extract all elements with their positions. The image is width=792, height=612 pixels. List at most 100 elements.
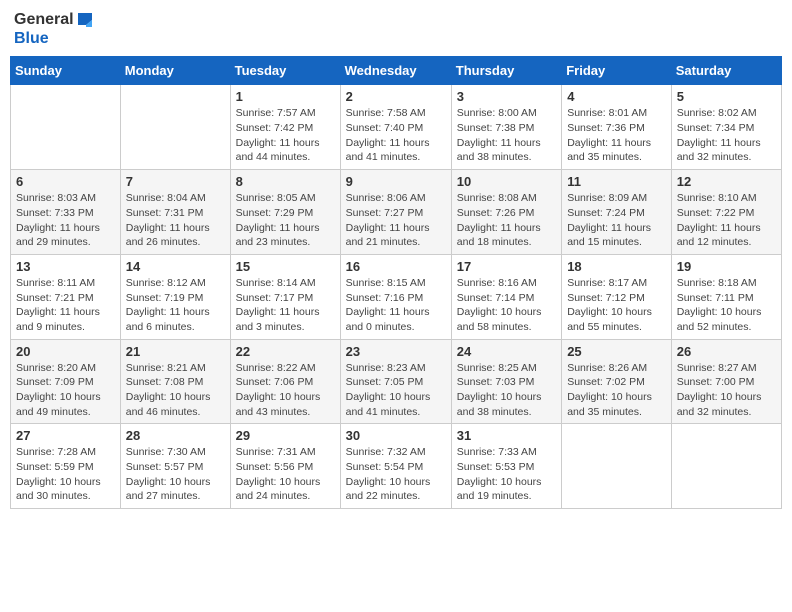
calendar-cell: 23 Sunrise: 8:23 AMSunset: 7:05 PMDayligh… bbox=[340, 339, 451, 424]
day-number: 8 bbox=[236, 174, 335, 189]
calendar-cell: 10Sunrise: 8:08 AMSunset: 7:26 PMDayligh… bbox=[451, 170, 561, 255]
day-info: Sunrise: 7:31 AMSunset: 5:56 PMDaylight:… bbox=[236, 445, 335, 504]
calendar-cell: 19 Sunrise: 8:18 AMSunset: 7:11 PMDayligh… bbox=[671, 254, 781, 339]
calendar-week-row: 1 Sunrise: 7:57 AMSunset: 7:42 PMDaylight… bbox=[11, 85, 782, 170]
calendar-cell: 4Sunrise: 8:01 AMSunset: 7:36 PMDaylight… bbox=[562, 85, 672, 170]
day-number: 16 bbox=[346, 259, 446, 274]
day-info: Sunrise: 7:58 AMSunset: 7:40 PMDaylight:… bbox=[346, 106, 446, 165]
weekday-header: Friday bbox=[562, 57, 672, 85]
day-info: Sunrise: 8:26 AMSunset: 7:02 PMDaylight:… bbox=[567, 361, 666, 420]
day-info: Sunrise: 7:32 AMSunset: 5:54 PMDaylight:… bbox=[346, 445, 446, 504]
day-info: Sunrise: 8:18 AMSunset: 7:11 PMDaylight:… bbox=[677, 276, 776, 335]
day-number: 17 bbox=[457, 259, 556, 274]
calendar-cell: 14 Sunrise: 8:12 AMSunset: 7:19 PMDayligh… bbox=[120, 254, 230, 339]
calendar-cell: 6 Sunrise: 8:03 AMSunset: 7:33 PMDaylight… bbox=[11, 170, 121, 255]
weekday-header: Saturday bbox=[671, 57, 781, 85]
day-number: 6 bbox=[16, 174, 115, 189]
calendar-cell: 20 Sunrise: 8:20 AMSunset: 7:09 PMDayligh… bbox=[11, 339, 121, 424]
calendar-cell: 24 Sunrise: 8:25 AMSunset: 7:03 PMDayligh… bbox=[451, 339, 561, 424]
day-info: Sunrise: 7:57 AMSunset: 7:42 PMDaylight:… bbox=[236, 106, 335, 165]
day-info: Sunrise: 8:08 AMSunset: 7:26 PMDaylight:… bbox=[457, 191, 556, 250]
day-info: Sunrise: 7:33 AMSunset: 5:53 PMDaylight:… bbox=[457, 445, 556, 504]
day-info: Sunrise: 8:12 AMSunset: 7:19 PMDaylight:… bbox=[126, 276, 225, 335]
day-number: 18 bbox=[567, 259, 666, 274]
calendar-week-row: 27 Sunrise: 7:28 AMSunset: 5:59 PMDayligh… bbox=[11, 424, 782, 509]
day-info: Sunrise: 8:04 AMSunset: 7:31 PMDaylight:… bbox=[126, 191, 225, 250]
day-number: 2 bbox=[346, 89, 446, 104]
day-number: 14 bbox=[126, 259, 225, 274]
day-number: 20 bbox=[16, 344, 115, 359]
calendar-cell: 7 Sunrise: 8:04 AMSunset: 7:31 PMDaylight… bbox=[120, 170, 230, 255]
day-info: Sunrise: 8:27 AMSunset: 7:00 PMDaylight:… bbox=[677, 361, 776, 420]
day-number: 22 bbox=[236, 344, 335, 359]
weekday-header: Tuesday bbox=[230, 57, 340, 85]
weekday-header: Sunday bbox=[11, 57, 121, 85]
day-number: 12 bbox=[677, 174, 776, 189]
calendar-cell: 27 Sunrise: 7:28 AMSunset: 5:59 PMDayligh… bbox=[11, 424, 121, 509]
weekday-header: Wednesday bbox=[340, 57, 451, 85]
day-info: Sunrise: 8:10 AMSunset: 7:22 PMDaylight:… bbox=[677, 191, 776, 250]
day-number: 15 bbox=[236, 259, 335, 274]
calendar-cell: 17Sunrise: 8:16 AMSunset: 7:14 PMDayligh… bbox=[451, 254, 561, 339]
weekday-header: Monday bbox=[120, 57, 230, 85]
calendar-cell bbox=[562, 424, 672, 509]
day-number: 28 bbox=[126, 428, 225, 443]
day-number: 13 bbox=[16, 259, 115, 274]
calendar-cell: 3Sunrise: 8:00 AMSunset: 7:38 PMDaylight… bbox=[451, 85, 561, 170]
day-number: 27 bbox=[16, 428, 115, 443]
calendar-cell: 30 Sunrise: 7:32 AMSunset: 5:54 PMDayligh… bbox=[340, 424, 451, 509]
calendar-cell: 13 Sunrise: 8:11 AMSunset: 7:21 PMDayligh… bbox=[11, 254, 121, 339]
day-info: Sunrise: 7:28 AMSunset: 5:59 PMDaylight:… bbox=[16, 445, 115, 504]
day-info: Sunrise: 8:23 AMSunset: 7:05 PMDaylight:… bbox=[346, 361, 446, 420]
day-number: 9 bbox=[346, 174, 446, 189]
weekday-header: Thursday bbox=[451, 57, 561, 85]
day-info: Sunrise: 7:30 AMSunset: 5:57 PMDaylight:… bbox=[126, 445, 225, 504]
day-number: 30 bbox=[346, 428, 446, 443]
calendar-cell: 15 Sunrise: 8:14 AMSunset: 7:17 PMDayligh… bbox=[230, 254, 340, 339]
day-info: Sunrise: 8:25 AMSunset: 7:03 PMDaylight:… bbox=[457, 361, 556, 420]
calendar-cell: 1 Sunrise: 7:57 AMSunset: 7:42 PMDaylight… bbox=[230, 85, 340, 170]
calendar-cell: 29 Sunrise: 7:31 AMSunset: 5:56 PMDayligh… bbox=[230, 424, 340, 509]
calendar-cell: 26 Sunrise: 8:27 AMSunset: 7:00 PMDayligh… bbox=[671, 339, 781, 424]
day-number: 3 bbox=[457, 89, 556, 104]
calendar-cell: 25 Sunrise: 8:26 AMSunset: 7:02 PMDayligh… bbox=[562, 339, 672, 424]
day-number: 7 bbox=[126, 174, 225, 189]
day-number: 11 bbox=[567, 174, 666, 189]
calendar-header-row: SundayMondayTuesdayWednesdayThursdayFrid… bbox=[11, 57, 782, 85]
calendar-cell: 11Sunrise: 8:09 AMSunset: 7:24 PMDayligh… bbox=[562, 170, 672, 255]
day-info: Sunrise: 8:14 AMSunset: 7:17 PMDaylight:… bbox=[236, 276, 335, 335]
day-info: Sunrise: 8:22 AMSunset: 7:06 PMDaylight:… bbox=[236, 361, 335, 420]
day-info: Sunrise: 8:21 AMSunset: 7:08 PMDaylight:… bbox=[126, 361, 225, 420]
day-info: Sunrise: 8:11 AMSunset: 7:21 PMDaylight:… bbox=[16, 276, 115, 335]
day-number: 26 bbox=[677, 344, 776, 359]
calendar-cell: 5Sunrise: 8:02 AMSunset: 7:34 PMDaylight… bbox=[671, 85, 781, 170]
calendar-week-row: 20 Sunrise: 8:20 AMSunset: 7:09 PMDayligh… bbox=[11, 339, 782, 424]
day-number: 29 bbox=[236, 428, 335, 443]
calendar-cell bbox=[671, 424, 781, 509]
day-info: Sunrise: 8:20 AMSunset: 7:09 PMDaylight:… bbox=[16, 361, 115, 420]
day-number: 24 bbox=[457, 344, 556, 359]
logo: General Blue bbox=[14, 10, 94, 48]
day-info: Sunrise: 8:03 AMSunset: 7:33 PMDaylight:… bbox=[16, 191, 115, 250]
day-info: Sunrise: 8:01 AMSunset: 7:36 PMDaylight:… bbox=[567, 106, 666, 165]
calendar-cell bbox=[11, 85, 121, 170]
day-number: 23 bbox=[346, 344, 446, 359]
day-info: Sunrise: 8:06 AMSunset: 7:27 PMDaylight:… bbox=[346, 191, 446, 250]
calendar-week-row: 13 Sunrise: 8:11 AMSunset: 7:21 PMDayligh… bbox=[11, 254, 782, 339]
day-info: Sunrise: 8:05 AMSunset: 7:29 PMDaylight:… bbox=[236, 191, 335, 250]
day-number: 1 bbox=[236, 89, 335, 104]
day-info: Sunrise: 8:15 AMSunset: 7:16 PMDaylight:… bbox=[346, 276, 446, 335]
calendar-cell: 12 Sunrise: 8:10 AMSunset: 7:22 PMDayligh… bbox=[671, 170, 781, 255]
day-number: 25 bbox=[567, 344, 666, 359]
day-number: 21 bbox=[126, 344, 225, 359]
calendar-cell: 21 Sunrise: 8:21 AMSunset: 7:08 PMDayligh… bbox=[120, 339, 230, 424]
calendar-cell: 9 Sunrise: 8:06 AMSunset: 7:27 PMDaylight… bbox=[340, 170, 451, 255]
calendar-cell: 28 Sunrise: 7:30 AMSunset: 5:57 PMDayligh… bbox=[120, 424, 230, 509]
day-info: Sunrise: 8:17 AMSunset: 7:12 PMDaylight:… bbox=[567, 276, 666, 335]
calendar-cell: 16 Sunrise: 8:15 AMSunset: 7:16 PMDayligh… bbox=[340, 254, 451, 339]
day-number: 19 bbox=[677, 259, 776, 274]
day-info: Sunrise: 8:02 AMSunset: 7:34 PMDaylight:… bbox=[677, 106, 776, 165]
calendar-cell: 18 Sunrise: 8:17 AMSunset: 7:12 PMDayligh… bbox=[562, 254, 672, 339]
calendar-cell: 22 Sunrise: 8:22 AMSunset: 7:06 PMDayligh… bbox=[230, 339, 340, 424]
calendar-table: SundayMondayTuesdayWednesdayThursdayFrid… bbox=[10, 56, 782, 509]
